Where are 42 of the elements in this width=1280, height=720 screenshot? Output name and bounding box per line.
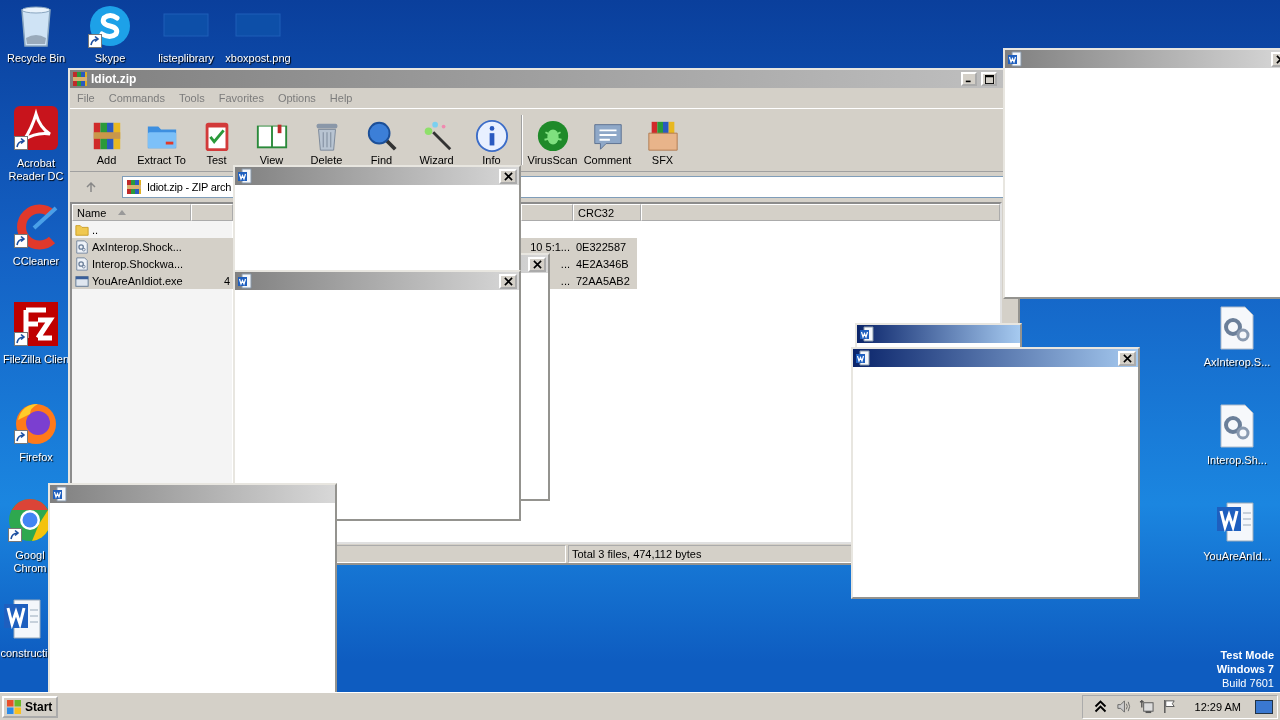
- icon-label[interactable]: listeplibrary: [158, 52, 214, 65]
- icon-label[interactable]: Interop.Sh...: [1207, 454, 1267, 467]
- table-cell: 10 5:1...: [530, 240, 570, 253]
- toolbar-button[interactable]: VirusScan: [525, 111, 580, 169]
- table-cell: 72AA5AB2: [576, 274, 630, 287]
- icon-label[interactable]: Firefox: [19, 451, 53, 464]
- toolbar-button[interactable]: Test: [189, 111, 244, 169]
- icon-label[interactable]: FileZilla Clien: [3, 353, 69, 366]
- column-header[interactable]: Name: [72, 204, 191, 221]
- toolbar-button[interactable]: Info: [464, 111, 519, 169]
- watermark-text: Windows 7: [1216, 662, 1274, 676]
- start-button[interactable]: Start: [2, 695, 59, 718]
- clock[interactable]: 12:29 AM: [1194, 700, 1241, 713]
- icon-label[interactable]: Googl Chrom: [13, 549, 47, 575]
- toolbar-button[interactable]: Wizard: [409, 111, 464, 169]
- toolbar-button[interactable]: Add: [79, 111, 134, 169]
- watermark-text: Build 7601: [1222, 676, 1274, 690]
- icon-label[interactable]: Skype: [94, 52, 126, 65]
- file-name: ..: [92, 223, 99, 236]
- table-cell: 0E322587: [576, 240, 627, 253]
- icon-label[interactable]: Recycle Bin: [6, 52, 66, 65]
- table-cell: ...: [560, 257, 570, 270]
- table-cell: 4E2A346B: [576, 257, 629, 270]
- toolbar-button[interactable]: SFX: [635, 111, 690, 169]
- toolbar-button[interactable]: Extract To: [134, 111, 189, 169]
- file-row[interactable]: ..: [72, 221, 637, 238]
- icon-label[interactable]: xboxpost.png: [225, 52, 291, 65]
- toolbar-button[interactable]: Find: [354, 111, 409, 169]
- icon-label[interactable]: AxInterop.S...: [1203, 356, 1271, 369]
- icon-label[interactable]: YouAreAnId...: [1203, 550, 1271, 563]
- toolbar-button[interactable]: Comment: [580, 111, 635, 169]
- file-name: Interop.Shockwa...: [92, 257, 184, 270]
- table-cell: ...: [560, 274, 570, 287]
- watermark-text: Test Mode: [1220, 648, 1274, 662]
- icon-label[interactable]: CCleaner: [12, 255, 60, 268]
- file-name: YouAreAnIdiot.exe: [92, 274, 183, 287]
- table-cell: 4: [223, 274, 230, 287]
- file-name: AxInterop.Shock...: [92, 240, 182, 253]
- icon-label[interactable]: Acrobat Reader DC: [8, 157, 64, 183]
- icon-label[interactable]: constructi: [0, 647, 48, 660]
- column-header[interactable]: CRC32: [573, 204, 641, 221]
- window-title: Idiot.zip: [91, 72, 137, 86]
